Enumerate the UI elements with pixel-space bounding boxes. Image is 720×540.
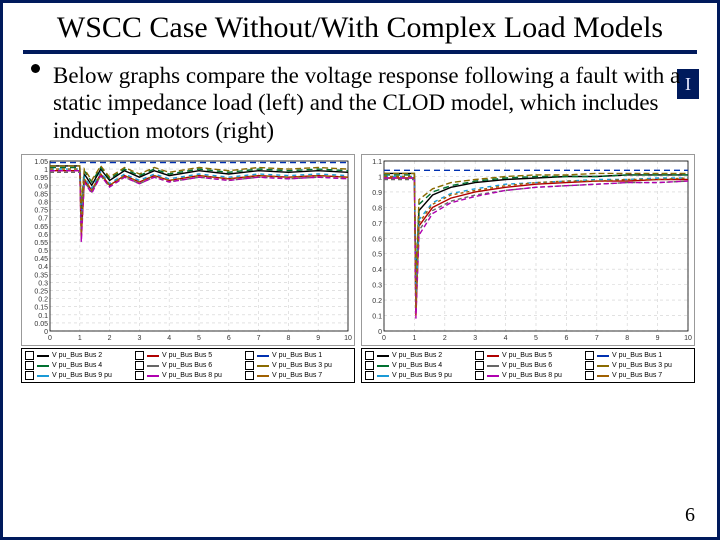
svg-text:0.9: 0.9 <box>38 184 48 191</box>
legend-item: V pu_Bus Bus 5 <box>135 351 241 360</box>
legend-item: V pu_Bus Bus 1 <box>585 351 691 360</box>
legend-item: V pu_Bus Bus 5 <box>475 351 581 360</box>
svg-text:4: 4 <box>504 335 508 342</box>
svg-text:0.2: 0.2 <box>372 298 382 305</box>
svg-text:2: 2 <box>108 335 112 342</box>
svg-text:0.9: 0.9 <box>372 190 382 197</box>
svg-text:1: 1 <box>44 167 48 174</box>
bullet-icon <box>31 64 40 73</box>
svg-text:0.6: 0.6 <box>372 237 382 244</box>
chart-row: 00.050.10.150.20.250.30.350.40.450.50.55… <box>21 154 699 383</box>
chart-right-legend: V pu_Bus Bus 2V pu_Bus Bus 5V pu_Bus Bus… <box>361 348 695 383</box>
svg-text:0.05: 0.05 <box>34 321 48 328</box>
svg-text:0.75: 0.75 <box>34 208 48 215</box>
svg-text:10: 10 <box>344 335 352 342</box>
svg-text:1: 1 <box>378 175 382 182</box>
legend-item: V pu_Bus Bus 4 <box>25 361 131 370</box>
legend-item: V pu_Bus Bus 9 pu <box>365 371 471 380</box>
svg-text:1: 1 <box>78 335 82 342</box>
svg-text:0.85: 0.85 <box>34 192 48 199</box>
title-divider <box>23 50 697 54</box>
svg-text:6: 6 <box>564 335 568 342</box>
svg-text:0.55: 0.55 <box>34 240 48 247</box>
svg-text:1.1: 1.1 <box>372 159 382 166</box>
svg-text:1.05: 1.05 <box>34 159 48 166</box>
svg-text:0.4: 0.4 <box>372 267 382 274</box>
svg-text:0.4: 0.4 <box>38 265 48 272</box>
chart-left-container: 00.050.10.150.20.250.30.350.4 0.450.50.55… <box>21 154 355 383</box>
svg-text:0.2: 0.2 <box>38 297 48 304</box>
svg-text:6: 6 <box>227 335 231 342</box>
svg-text:2: 2 <box>443 335 447 342</box>
svg-text:0.35: 0.35 <box>34 273 48 280</box>
legend-item: V pu_Bus Bus 4 <box>365 361 471 370</box>
svg-text:7: 7 <box>595 335 599 342</box>
legend-item: V pu_Bus Bus 7 <box>245 371 351 380</box>
svg-text:0.1: 0.1 <box>38 313 48 320</box>
legend-item: V pu_Bus Bus 3 pu <box>585 361 691 370</box>
svg-text:0.65: 0.65 <box>34 224 48 231</box>
svg-text:0.25: 0.25 <box>34 289 48 296</box>
chart-right-container: 00.10.20.30.40.50.60.70.80.911.101234567… <box>361 154 695 383</box>
svg-text:0.3: 0.3 <box>372 283 382 290</box>
svg-text:9: 9 <box>656 335 660 342</box>
svg-text:0.1: 0.1 <box>372 314 382 321</box>
legend-item: V pu_Bus Bus 6 <box>475 361 581 370</box>
legend-item: V pu_Bus Bus 8 pu <box>135 371 241 380</box>
chart-left-legend: V pu_Bus Bus 2V pu_Bus Bus 5V pu_Bus Bus… <box>21 348 355 383</box>
svg-text:0.15: 0.15 <box>34 305 48 312</box>
svg-text:0: 0 <box>48 335 52 342</box>
legend-item: V pu_Bus Bus 7 <box>585 371 691 380</box>
legend-item: V pu_Bus Bus 1 <box>245 351 351 360</box>
svg-text:10: 10 <box>684 335 692 342</box>
svg-text:4: 4 <box>167 335 171 342</box>
svg-text:0.8: 0.8 <box>372 206 382 213</box>
svg-text:0.95: 0.95 <box>34 175 48 182</box>
bullet-text: Below graphs compare the voltage respons… <box>53 62 689 145</box>
legend-item: V pu_Bus Bus 8 pu <box>475 371 581 380</box>
chart-left: 00.050.10.150.20.250.30.350.4 0.450.50.55… <box>21 154 355 346</box>
svg-text:3: 3 <box>137 335 141 342</box>
legend-item: V pu_Bus Bus 2 <box>365 351 471 360</box>
svg-text:0.3: 0.3 <box>38 281 48 288</box>
svg-text:0: 0 <box>382 335 386 342</box>
legend-item: V pu_Bus Bus 9 pu <box>25 371 131 380</box>
legend-item: V pu_Bus Bus 6 <box>135 361 241 370</box>
svg-text:0.5: 0.5 <box>38 248 48 255</box>
svg-text:0.7: 0.7 <box>372 221 382 228</box>
legend-item: V pu_Bus Bus 2 <box>25 351 131 360</box>
page-number: 6 <box>685 504 695 527</box>
svg-text:0.6: 0.6 <box>38 232 48 239</box>
page-title: WSCC Case Without/With Complex Load Mode… <box>43 11 677 46</box>
svg-text:0.5: 0.5 <box>372 252 382 259</box>
svg-text:1: 1 <box>412 335 416 342</box>
chart-right: 00.10.20.30.40.50.60.70.80.911.101234567… <box>361 154 695 346</box>
svg-text:5: 5 <box>534 335 538 342</box>
svg-text:0.8: 0.8 <box>38 200 48 207</box>
svg-text:0.7: 0.7 <box>38 216 48 223</box>
svg-text:5: 5 <box>197 335 201 342</box>
svg-text:8: 8 <box>286 335 290 342</box>
svg-text:8: 8 <box>625 335 629 342</box>
svg-text:7: 7 <box>257 335 261 342</box>
svg-text:0.45: 0.45 <box>34 256 48 263</box>
svg-text:3: 3 <box>473 335 477 342</box>
legend-item: V pu_Bus Bus 3 pu <box>245 361 351 370</box>
svg-text:9: 9 <box>316 335 320 342</box>
